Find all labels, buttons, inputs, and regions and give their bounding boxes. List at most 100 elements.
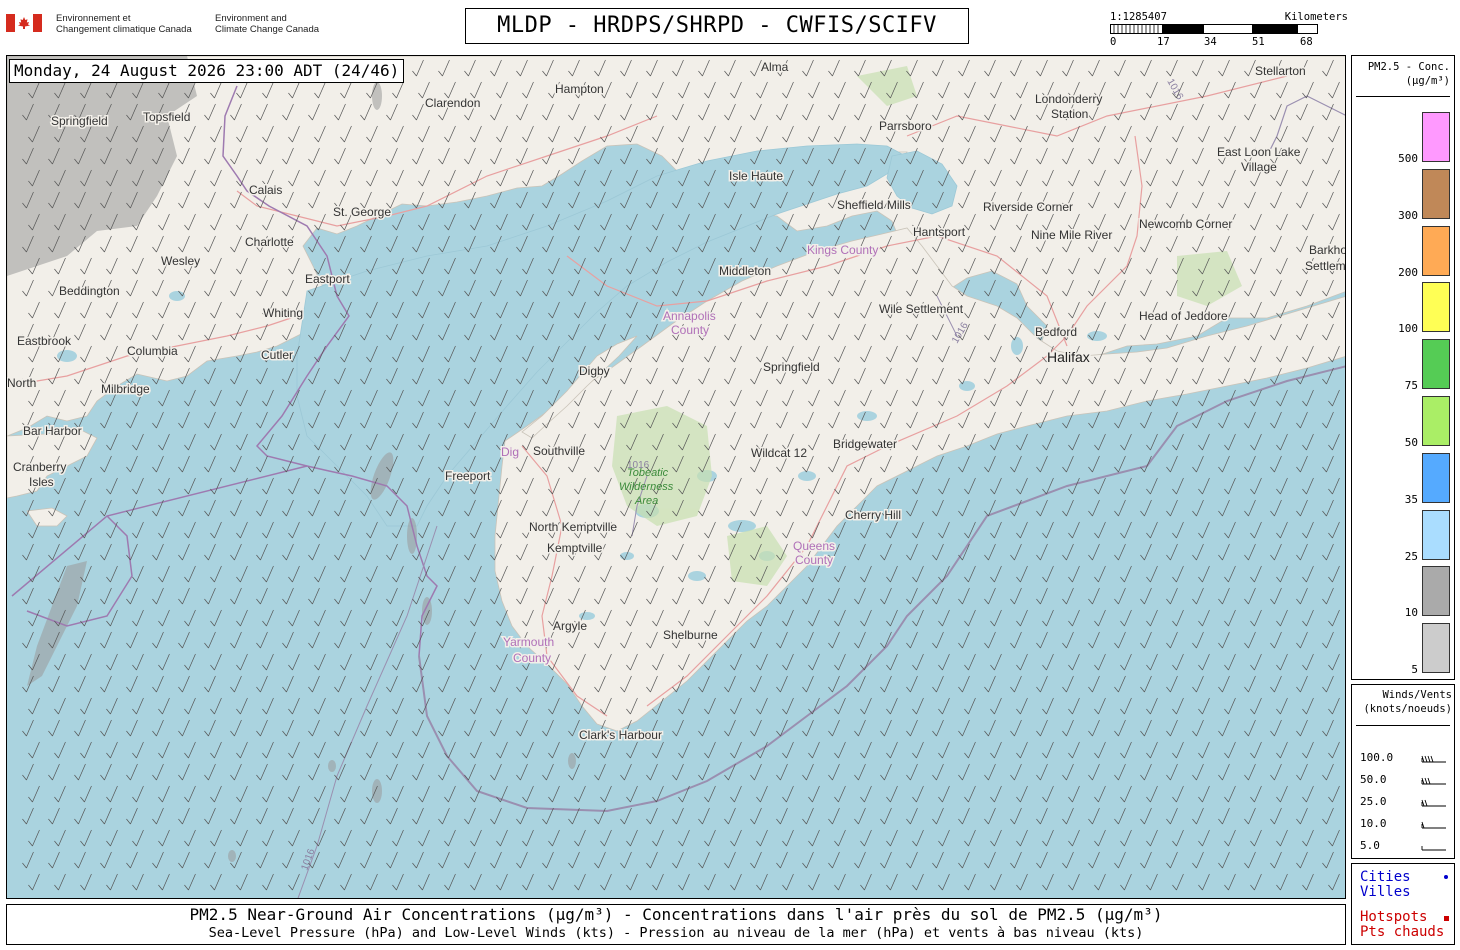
wind-barb <box>860 829 872 847</box>
wind-barb <box>1166 851 1178 869</box>
place-label: Springfield <box>763 360 820 374</box>
wind-barb <box>308 763 320 781</box>
wind-barb <box>282 675 294 693</box>
wind-barb <box>574 345 586 363</box>
wind-barb <box>334 587 346 605</box>
wind-barb <box>1198 389 1210 407</box>
wind-barb <box>1120 609 1132 627</box>
wind-barb <box>308 675 320 693</box>
place-label: Springfield <box>51 114 108 128</box>
place-label: Argyle <box>553 619 587 633</box>
wind-barb <box>100 499 112 517</box>
wind-barb <box>1166 587 1178 605</box>
place-label: Eastport <box>305 272 350 286</box>
wind-barb <box>1068 829 1080 847</box>
county-label: Queens <box>793 539 835 553</box>
wind-barb <box>314 477 326 495</box>
wind-barb <box>230 675 242 693</box>
wind-barb <box>932 851 944 869</box>
wind-barb <box>1218 675 1230 693</box>
wind-barb <box>808 609 820 627</box>
wind-barb <box>1120 433 1132 451</box>
wind-barb <box>158 873 170 891</box>
model-title: MLDP - HRDPS/SHRPD - CWFIS/SCIFV <box>465 8 969 44</box>
wind-barb <box>126 411 138 429</box>
wind-barb <box>1166 807 1178 825</box>
wind-barb <box>360 631 372 649</box>
wind-barb <box>132 829 144 847</box>
pm25-legend: PM2.5 - Conc. (µg/m³) 500 300 200 100 75 50 35… <box>1351 55 1455 680</box>
wind-barb <box>1276 741 1288 759</box>
wind-barb <box>1140 807 1152 825</box>
park-label: Area <box>634 495 658 507</box>
wind-barb <box>1218 455 1230 473</box>
wind-barb <box>126 631 138 649</box>
wind-barb <box>1016 785 1028 803</box>
wind-barb <box>1276 785 1288 803</box>
wind-barb <box>100 543 112 561</box>
wind-barb <box>854 631 866 649</box>
wind-barb <box>698 279 710 297</box>
wind-barb <box>1218 411 1230 429</box>
wind-barb <box>132 741 144 759</box>
wind-barb <box>906 675 918 693</box>
wind-barb <box>1114 411 1126 429</box>
wind-barb <box>80 785 92 803</box>
wind-barb <box>22 543 34 561</box>
hotspots-label-fr: Pts chauds <box>1360 924 1445 940</box>
wind-barb <box>282 807 294 825</box>
pm25-level-label: 5 <box>1411 663 1418 677</box>
wind-barb <box>958 851 970 869</box>
wind-barb <box>204 587 216 605</box>
wind-barb <box>600 741 612 759</box>
wind-barb <box>236 653 248 671</box>
wind-barb <box>54 653 66 671</box>
wind-barb <box>470 741 482 759</box>
wind-barb <box>418 873 430 891</box>
wind-barb <box>1010 631 1022 649</box>
wind-barb <box>230 763 242 781</box>
wind-barb <box>438 631 450 649</box>
wind-barb <box>594 851 606 869</box>
wind-barb <box>1140 455 1152 473</box>
wind-barb <box>106 873 118 891</box>
wind-barb <box>1062 455 1074 473</box>
wind-barb <box>282 411 294 429</box>
wind-barb <box>880 807 892 825</box>
wind-barb <box>100 675 112 693</box>
wind-barb <box>184 697 196 715</box>
wind-barb <box>386 543 398 561</box>
wind-barb <box>626 301 638 319</box>
wind-barb <box>230 719 242 737</box>
wind-barb <box>392 213 404 231</box>
wind-barb <box>984 631 996 649</box>
wind-barb <box>1192 719 1204 737</box>
wind-barb <box>1270 719 1282 737</box>
wind-barb <box>756 785 768 803</box>
wind-barb <box>314 565 326 583</box>
wind-barb <box>496 213 508 231</box>
wind-barb <box>854 675 866 693</box>
wind-barb <box>834 785 846 803</box>
wind-barb <box>782 741 794 759</box>
wind-barb <box>1198 565 1210 583</box>
wind-barb <box>1016 609 1028 627</box>
wind-barb <box>938 609 950 627</box>
wind-barb <box>444 521 456 539</box>
wind-barb <box>262 785 274 803</box>
wind-barb <box>334 675 346 693</box>
wind-barb <box>672 279 684 297</box>
wind-barb <box>1276 697 1288 715</box>
wind-barb <box>1094 433 1106 451</box>
wind-barb <box>1218 851 1230 869</box>
wind-barb <box>1042 521 1054 539</box>
wind-barb <box>626 169 638 187</box>
wind-barb <box>288 697 300 715</box>
wind-barb <box>620 323 632 341</box>
wind-barb <box>1296 631 1308 649</box>
wind-barb <box>1198 521 1210 539</box>
map-canvas[interactable]: 1016 1016 1016 1016 Tobeatic Wilderness … <box>6 55 1346 899</box>
place-label: Alma <box>761 60 789 74</box>
wind-barb <box>1140 851 1152 869</box>
wind-barb <box>1042 565 1054 583</box>
